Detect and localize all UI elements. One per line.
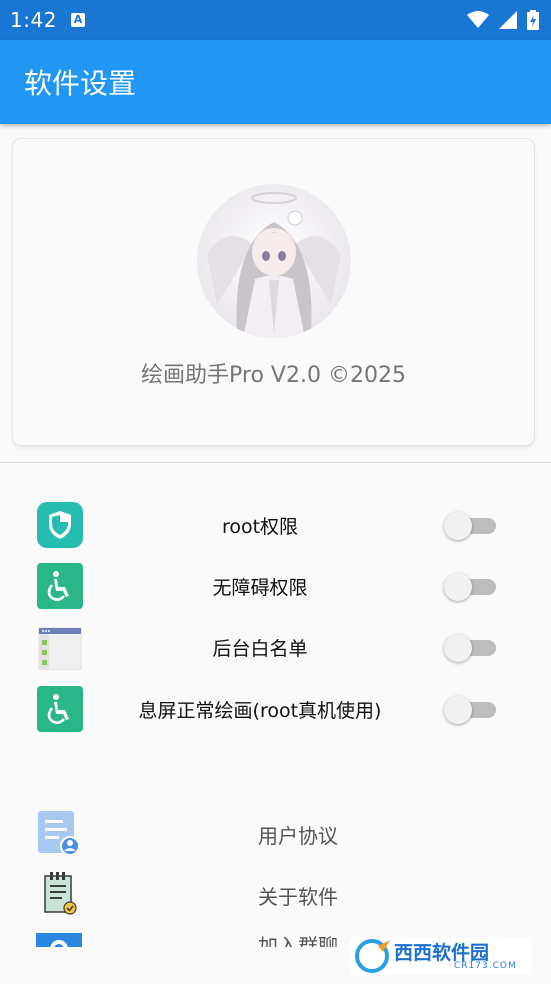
divider <box>0 462 551 463</box>
signal-icon <box>499 11 517 29</box>
menu-item-about[interactable]: 关于软件 <box>0 868 551 920</box>
toggle-thumb <box>444 512 472 540</box>
user-agreement-icon <box>38 811 80 856</box>
menu-item-label: 关于软件 <box>258 885 338 909</box>
avatar <box>197 184 351 338</box>
app-notification-icon: A <box>71 13 85 27</box>
group-chat-icon <box>36 933 82 947</box>
app-bar: 软件设置 <box>0 40 551 124</box>
permission-row-screen-off: 息屏正常绘画(root真机使用) <box>0 684 551 734</box>
battery-icon <box>527 10 539 30</box>
permission-label: 息屏正常绘画(root真机使用) <box>138 700 382 722</box>
clipboard-check-icon <box>44 872 77 915</box>
status-time: 1:42 <box>10 8 57 32</box>
toggle-thumb <box>444 573 472 601</box>
root-permission-toggle[interactable] <box>444 512 496 540</box>
page-title: 软件设置 <box>24 67 137 100</box>
status-bar: 1:42 A <box>0 0 551 40</box>
permission-label: root权限 <box>221 516 299 538</box>
permission-label: 后台白名单 <box>212 638 308 660</box>
menu-item-user-agreement[interactable]: 用户协议 <box>0 807 551 859</box>
app-version-text: 绘画助手Pro V2.0 ©2025 <box>141 363 406 388</box>
toggle-thumb <box>444 634 472 662</box>
site-watermark: 西西软件园 CR173.COM <box>350 936 532 976</box>
screen-off-drawing-toggle[interactable] <box>444 696 496 724</box>
permission-row-root: root权限 <box>0 500 551 550</box>
accessibility-permission-toggle[interactable] <box>444 573 496 601</box>
watermark-url: CR173.COM <box>454 961 517 971</box>
wifi-icon <box>467 11 489 28</box>
menu-item-label: 用户协议 <box>258 824 338 848</box>
permission-label: 无障碍权限 <box>212 577 308 599</box>
app-info-card: 绘画助手Pro V2.0 ©2025 <box>13 139 534 445</box>
toggle-thumb <box>444 696 472 724</box>
permission-row-whitelist: 后台白名单 <box>0 622 551 672</box>
whitelist-toggle[interactable] <box>444 634 496 662</box>
permission-row-accessibility: 无障碍权限 <box>0 561 551 611</box>
